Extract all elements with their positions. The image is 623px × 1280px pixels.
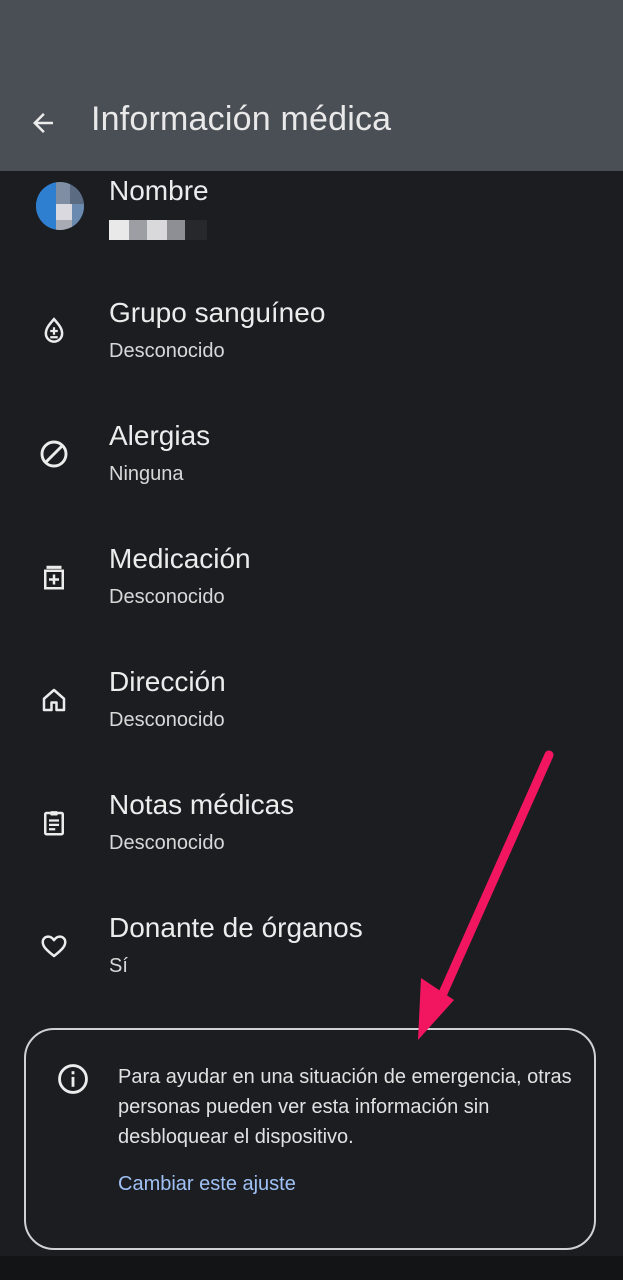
list-item-organ-donor[interactable]: Donante de órganos Sí bbox=[0, 906, 623, 1016]
heart-icon bbox=[34, 926, 74, 966]
item-title: Dirección bbox=[109, 666, 226, 697]
item-title: Notas médicas bbox=[109, 789, 295, 820]
list-item-allergies[interactable]: Alergias Ninguna bbox=[0, 414, 623, 524]
back-button[interactable] bbox=[24, 104, 62, 142]
item-subtitle: Desconocido bbox=[109, 709, 225, 731]
redacted-name-value bbox=[109, 220, 207, 240]
item-title: Donante de órganos bbox=[109, 912, 363, 943]
item-title: Alergias bbox=[109, 420, 211, 451]
list-item-medical-notes[interactable]: Notas médicas Desconocido bbox=[0, 783, 623, 893]
item-subtitle: Desconocido bbox=[109, 340, 225, 362]
medication-icon bbox=[34, 557, 74, 597]
clipboard-icon bbox=[34, 803, 74, 843]
block-icon bbox=[34, 434, 74, 474]
item-subtitle: Sí bbox=[109, 955, 128, 977]
notice-text: Para ayudar en una situación de emergenc… bbox=[118, 1066, 572, 1148]
arrow-back-icon bbox=[33, 113, 53, 133]
item-title: Medicación bbox=[109, 543, 251, 574]
navigation-bar bbox=[0, 1256, 623, 1280]
info-icon bbox=[56, 1062, 90, 1096]
change-setting-link[interactable]: Cambiar este ajuste bbox=[118, 1173, 296, 1196]
list-item-blood-type[interactable]: Grupo sanguíneo Desconocido bbox=[0, 291, 623, 401]
item-subtitle: Desconocido bbox=[109, 586, 225, 608]
avatar bbox=[36, 182, 84, 230]
blood-drop-icon bbox=[34, 311, 74, 351]
list-item-name[interactable]: Nombre bbox=[0, 171, 623, 281]
page-title: Información médica bbox=[91, 100, 392, 138]
item-title: Nombre bbox=[109, 175, 209, 206]
item-title: Grupo sanguíneo bbox=[109, 297, 326, 328]
item-subtitle: Desconocido bbox=[109, 832, 225, 854]
item-subtitle: Ninguna bbox=[109, 463, 184, 485]
list-item-medication[interactable]: Medicación Desconocido bbox=[0, 537, 623, 647]
app-bar: Información médica bbox=[0, 0, 623, 171]
list-item-address[interactable]: Dirección Desconocido bbox=[0, 660, 623, 770]
lock-screen-notice-card: Para ayudar en una situación de emergenc… bbox=[24, 1028, 596, 1250]
home-icon bbox=[34, 680, 74, 720]
